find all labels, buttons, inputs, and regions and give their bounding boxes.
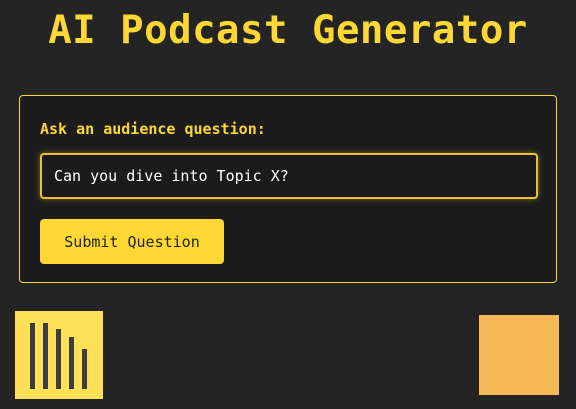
orange-square-icon (479, 315, 559, 395)
waveform-bar (56, 329, 61, 389)
submit-question-button[interactable]: Submit Question (40, 219, 224, 264)
waveform-bar (69, 337, 74, 389)
waveform-bar (43, 323, 48, 389)
audio-waveform-icon (15, 311, 103, 399)
waveform-bar (82, 349, 87, 389)
question-card: Ask an audience question: Submit Questio… (19, 95, 557, 283)
waveform-bar (30, 323, 35, 389)
question-input[interactable] (40, 153, 538, 199)
app-title: AI Podcast Generator (48, 8, 528, 53)
question-label: Ask an audience question: (40, 120, 266, 138)
